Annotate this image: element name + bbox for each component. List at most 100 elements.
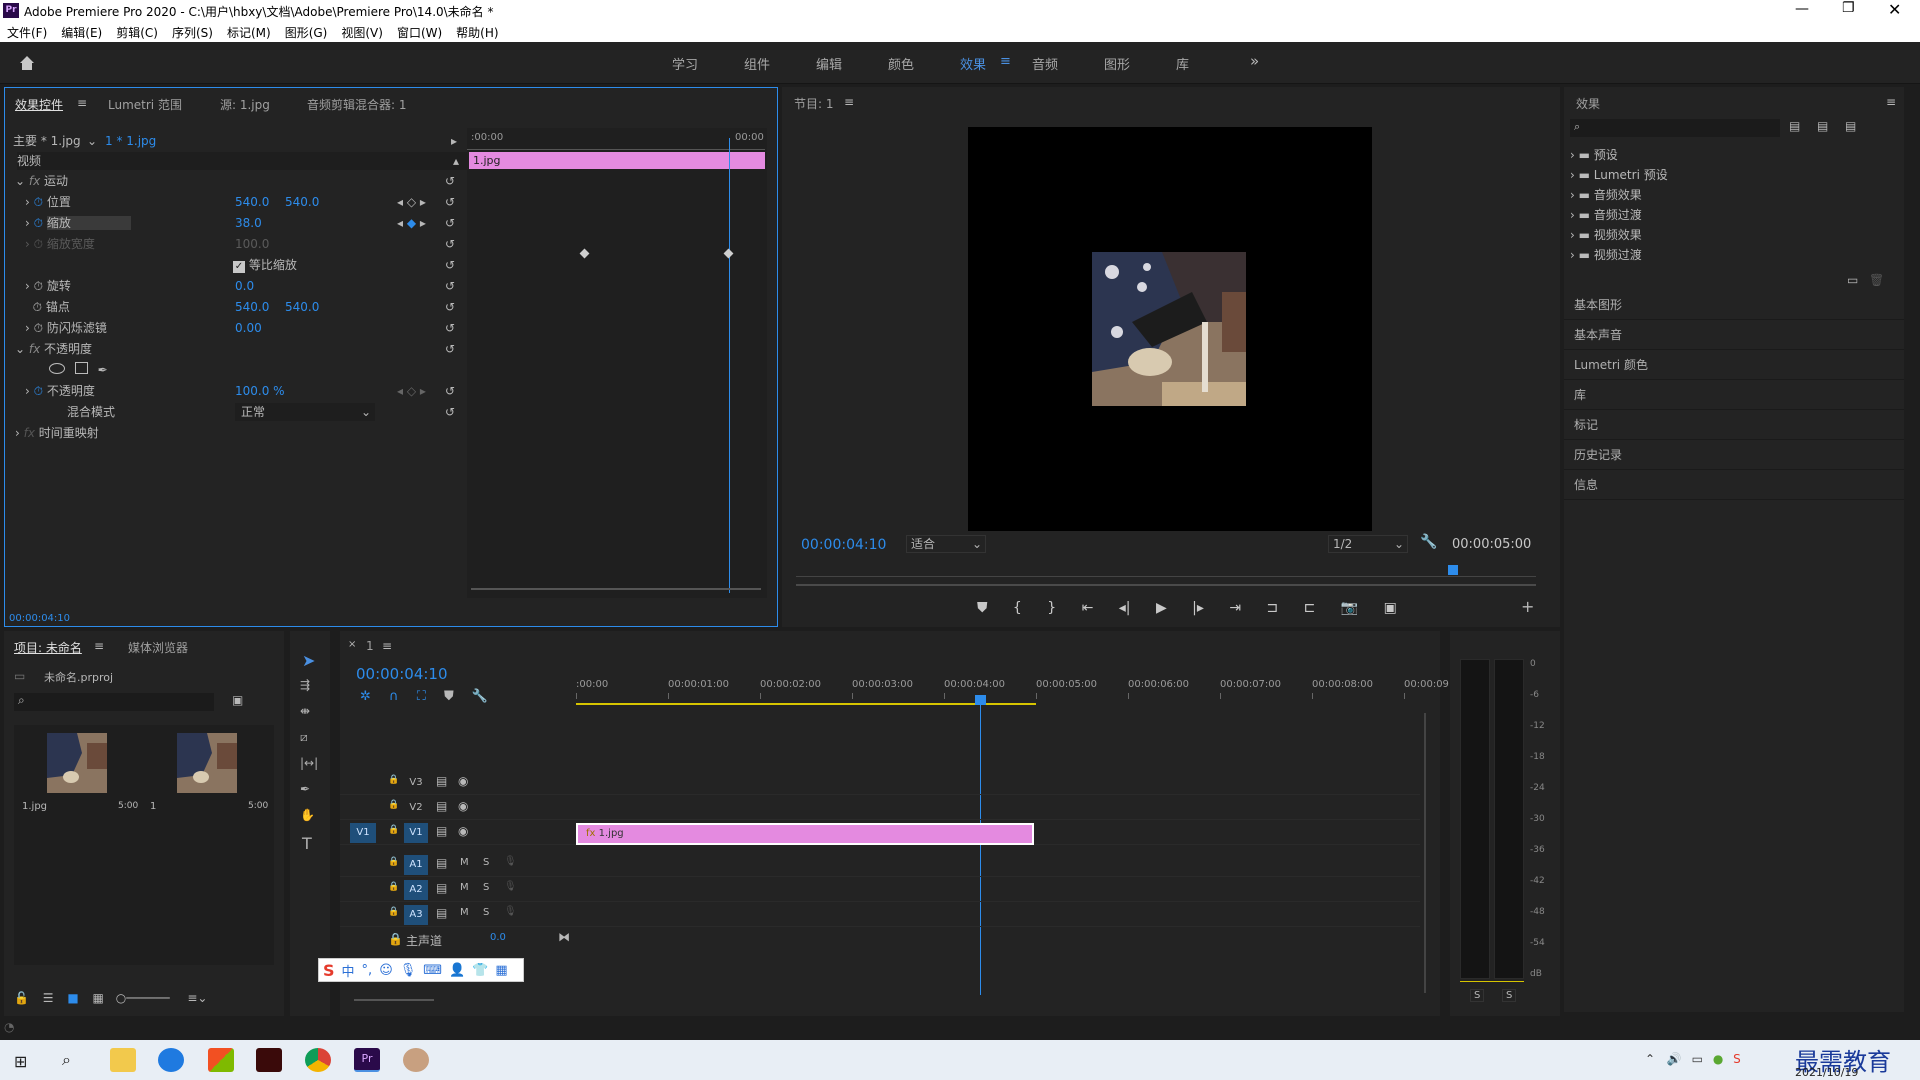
play-icon[interactable]: ▶	[1156, 600, 1167, 616]
filmstrip-icon[interactable]: ▤	[436, 799, 447, 813]
icon-view-icon[interactable]: ■	[67, 991, 78, 1005]
panel-menu-icon[interactable]: ≡	[77, 96, 87, 110]
stopwatch-icon[interactable]: ⏱	[34, 384, 43, 398]
home-icon[interactable]	[18, 54, 36, 72]
go-to-end-icon[interactable]: ⧓	[558, 930, 570, 944]
reset-icon[interactable]: ↺	[445, 235, 455, 253]
uniform-scale-checkbox[interactable]: ✓	[233, 261, 245, 273]
effects-title[interactable]: 效果	[1576, 95, 1600, 112]
network-icon[interactable]: ▭	[1692, 1052, 1703, 1066]
effects-search-input[interactable]: ⌕	[1570, 119, 1780, 137]
ime-punctuation[interactable]: °,	[362, 963, 373, 978]
keyframe-nav-icon[interactable]: ◂ ◇ ▸	[397, 382, 426, 400]
export-frame-icon[interactable]: 📷	[1341, 600, 1358, 616]
snap-icon[interactable]: ∩	[389, 689, 399, 704]
tray-app-icon[interactable]: ●	[1713, 1052, 1723, 1066]
filmstrip-icon[interactable]: ▤	[436, 774, 447, 788]
volume-icon[interactable]: 🔊	[1667, 1052, 1682, 1066]
close-button[interactable]: ✕	[1888, 0, 1901, 19]
microphone-icon[interactable]: 🎙	[400, 963, 417, 978]
reset-icon[interactable]: ↺	[445, 214, 455, 232]
track-label[interactable]: V3	[404, 773, 428, 793]
microphone-icon[interactable]: 🎙	[504, 856, 517, 867]
chrome-icon[interactable]	[305, 1048, 331, 1072]
sort-icon[interactable]: ≡⌄	[187, 991, 207, 1005]
lock-icon[interactable]: 🔒	[388, 907, 399, 917]
menu-item[interactable]: 帮助(H)	[456, 24, 498, 41]
reset-icon[interactable]: ↺	[445, 298, 455, 316]
lift-icon[interactable]: ⊐	[1266, 600, 1278, 616]
panel-menu-icon[interactable]: ≡	[844, 95, 854, 109]
step-back-icon[interactable]: ◂|	[1119, 600, 1131, 616]
keyframe-icon[interactable]	[723, 248, 734, 259]
stopwatch-icon[interactable]: ⏱	[34, 195, 43, 209]
menu-item[interactable]: 编辑(E)	[61, 24, 102, 41]
store-icon[interactable]	[208, 1048, 234, 1072]
eye-icon[interactable]: ◉	[458, 799, 468, 813]
solo-button[interactable]: S	[483, 857, 489, 868]
new-bin-icon[interactable]: ▭	[1847, 273, 1858, 287]
ime-tray-icon[interactable]: S	[1733, 1052, 1741, 1066]
track-label[interactable]: V1	[404, 823, 428, 843]
32bit-filter-icon[interactable]: ▤	[1817, 119, 1828, 133]
restore-button[interactable]: ❐	[1842, 0, 1855, 16]
timeline-ruler[interactable]: :00:00 00:00:01:00 00:00:02:00 00:00:03:00 0…	[576, 675, 1452, 699]
mute-button[interactable]: M	[460, 907, 469, 918]
mute-button[interactable]: M	[460, 882, 469, 893]
side-panel-item[interactable]: 标记	[1564, 411, 1904, 440]
position-x-value[interactable]: 540.0	[235, 193, 269, 211]
project-item-sequence[interactable]: 1 5:00	[144, 725, 272, 821]
minimize-button[interactable]: —	[1795, 1, 1809, 17]
play-only-audio-icon[interactable]: ▸	[451, 132, 457, 150]
lock-icon[interactable]: 🔒	[388, 932, 403, 946]
ec-playhead[interactable]	[729, 138, 730, 593]
tab-sequence[interactable]: 1	[366, 639, 374, 653]
mark-in-icon[interactable]: {	[1013, 600, 1022, 616]
effects-folder[interactable]: › ▬ 视频过渡	[1570, 245, 1642, 265]
menu-item[interactable]: 序列(S)	[172, 24, 213, 41]
app-icon[interactable]	[403, 1048, 429, 1072]
workspace-tab[interactable]: 库	[1176, 54, 1189, 73]
freeform-view-icon[interactable]: ▦	[93, 991, 104, 1005]
tab-audio-clip-mixer[interactable]: 音频剪辑混合器: 1	[307, 96, 407, 113]
keyframe-nav-icon[interactable]: ◂ ◆ ▸	[397, 214, 426, 232]
reset-icon[interactable]: ↺	[445, 382, 455, 400]
workspace-tab[interactable]: 颜色	[888, 54, 914, 73]
emoji-icon[interactable]: ☺	[379, 963, 393, 978]
workspace-tab[interactable]: 音频	[1032, 54, 1058, 73]
lock-icon[interactable]: 🔒	[388, 775, 399, 785]
new-bin-icon[interactable]: ▣	[232, 693, 243, 707]
sync-lock-icon[interactable]: ▤	[436, 906, 447, 920]
slip-tool-icon[interactable]: |↔|	[300, 756, 318, 770]
microphone-icon[interactable]: 🎙	[504, 906, 517, 917]
menu-item[interactable]: 图形(G)	[285, 24, 328, 41]
track-label[interactable]: V2	[404, 798, 428, 818]
edge-icon[interactable]	[158, 1048, 184, 1072]
sogou-logo[interactable]: S	[323, 961, 335, 980]
workspace-tab[interactable]: 组件	[744, 54, 770, 73]
hand-tool-icon[interactable]: ✋	[300, 808, 315, 822]
sync-lock-icon[interactable]: ▤	[436, 856, 447, 870]
lock-icon[interactable]: 🔒	[388, 825, 399, 835]
effects-folder[interactable]: › ▬ 视频效果	[1570, 225, 1642, 245]
master-volume[interactable]: 0.0	[490, 932, 506, 943]
close-sequence-icon[interactable]: ×	[348, 639, 356, 650]
keyboard-icon[interactable]: ⌨	[423, 963, 442, 978]
tab-source[interactable]: 源: 1.jpg	[220, 96, 270, 113]
selection-tool-icon[interactable]: ➤	[302, 651, 315, 670]
nest-icon[interactable]: ✲	[360, 689, 371, 704]
eye-icon[interactable]: ◉	[458, 774, 468, 788]
menu-item[interactable]: 标记(M)	[227, 24, 271, 41]
grid-icon[interactable]: ▦	[495, 963, 507, 978]
shirt-icon[interactable]: 👕	[472, 963, 488, 978]
ec-scrollbar[interactable]	[471, 588, 761, 590]
workspace-overflow-button[interactable]: »	[1250, 52, 1259, 70]
menu-item[interactable]: 文件(F)	[7, 24, 47, 41]
project-search-input[interactable]: ⌕	[14, 693, 214, 711]
lock-icon[interactable]: 🔒	[388, 800, 399, 810]
opacity-fx-row[interactable]: ⌄ fx 不透明度	[15, 340, 92, 358]
chevron-up-icon[interactable]: ⌃	[1645, 1052, 1655, 1066]
ellipse-mask-icon[interactable]	[49, 363, 65, 374]
rotation-value[interactable]: 0.0	[235, 277, 254, 295]
position-y-value[interactable]: 540.0	[285, 193, 319, 211]
